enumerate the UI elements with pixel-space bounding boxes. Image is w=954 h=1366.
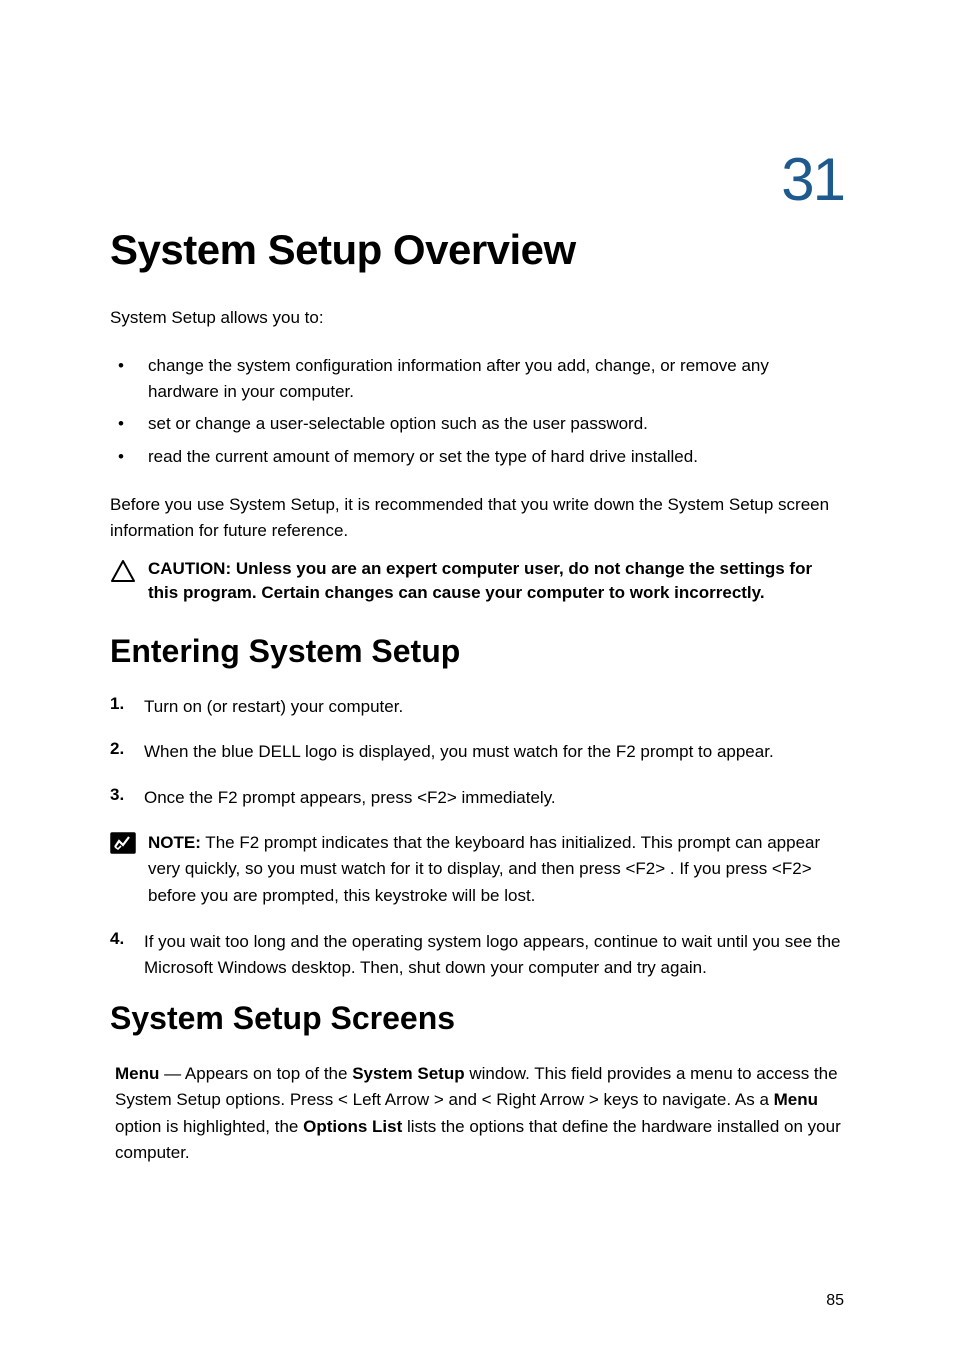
step-text: When the blue DELL logo is displayed, yo…	[144, 739, 774, 765]
caution-block: CAUTION: Unless you are an expert comput…	[110, 557, 844, 605]
menu-description: Menu — Appears on top of the System Setu…	[110, 1061, 844, 1166]
recommendation-text: Before you use System Setup, it is recom…	[110, 492, 844, 543]
note-label: NOTE:	[148, 833, 201, 852]
caution-body: Unless you are an expert computer user, …	[148, 559, 812, 602]
step-item: 1. Turn on (or restart) your computer.	[110, 694, 844, 720]
steps-list-continued: 4. If you wait too long and the operatin…	[110, 929, 844, 980]
chapter-number: 31	[110, 145, 844, 214]
menu-text-3: option is highlighted, the	[115, 1117, 303, 1136]
chapter-title: System Setup Overview	[110, 226, 844, 274]
caution-triangle-icon	[110, 559, 142, 588]
note-text: NOTE: The F2 prompt indicates that the k…	[148, 830, 844, 909]
list-item: read the current amount of memory or set…	[110, 444, 844, 470]
step-item: 2. When the blue DELL logo is displayed,…	[110, 739, 844, 765]
section-heading-screens: System Setup Screens	[110, 1000, 844, 1037]
options-list-term: Options List	[303, 1117, 402, 1136]
step-text: Once the F2 prompt appears, press <F2> i…	[144, 785, 556, 811]
caution-label: CAUTION:	[148, 559, 231, 578]
section-heading-entering: Entering System Setup	[110, 633, 844, 670]
capability-list: change the system configuration informat…	[110, 353, 844, 470]
page-number: 85	[826, 1292, 844, 1310]
menu-text-1: — Appears on top of the	[159, 1064, 352, 1083]
note-body: The F2 prompt indicates that the keyboar…	[148, 833, 820, 905]
step-number: 4.	[110, 929, 144, 949]
menu-term: Menu	[115, 1064, 159, 1083]
step-number: 2.	[110, 739, 144, 759]
intro-text: System Setup allows you to:	[110, 306, 844, 331]
step-number: 1.	[110, 694, 144, 714]
caution-text: CAUTION: Unless you are an expert comput…	[148, 557, 844, 605]
note-block: NOTE: The F2 prompt indicates that the k…	[110, 830, 844, 909]
steps-list: 1. Turn on (or restart) your computer. 2…	[110, 694, 844, 811]
list-item: change the system configuration informat…	[110, 353, 844, 406]
step-text: If you wait too long and the operating s…	[144, 929, 844, 980]
note-pencil-icon	[110, 832, 142, 859]
step-number: 3.	[110, 785, 144, 805]
step-text: Turn on (or restart) your computer.	[144, 694, 403, 720]
menu-term-2: Menu	[774, 1090, 818, 1109]
list-item: set or change a user-selectable option s…	[110, 411, 844, 437]
step-item: 3. Once the F2 prompt appears, press <F2…	[110, 785, 844, 811]
step-item: 4. If you wait too long and the operatin…	[110, 929, 844, 980]
system-setup-term: System Setup	[352, 1064, 464, 1083]
